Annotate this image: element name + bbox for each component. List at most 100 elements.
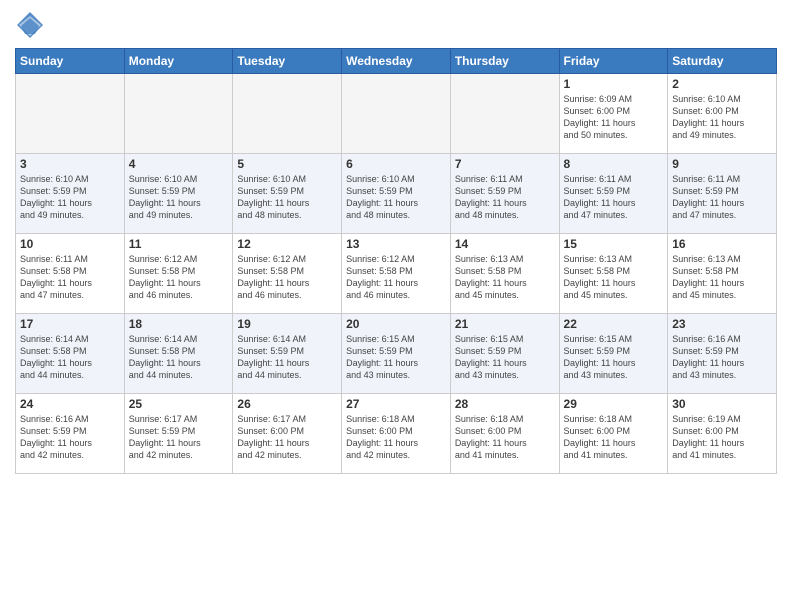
calendar-cell: 20 Sunrise: 6:15 AM Sunset: 5:59 PM Dayli… xyxy=(342,314,451,394)
day-number: 27 xyxy=(346,397,446,411)
calendar-cell xyxy=(342,74,451,154)
calendar-cell xyxy=(233,74,342,154)
day-number: 29 xyxy=(564,397,664,411)
logo-icon xyxy=(15,10,45,40)
calendar-cell: 2Sunrise: 6:10 AM Sunset: 6:00 PM Daylig… xyxy=(668,74,777,154)
calendar-cell: 24 Sunrise: 6:16 AM Sunset: 5:59 PM Dayli… xyxy=(16,394,125,474)
calendar-cell xyxy=(124,74,233,154)
weekday-header-monday: Monday xyxy=(124,49,233,74)
day-number: 19 xyxy=(237,317,337,331)
day-number: 11 xyxy=(129,237,229,251)
calendar-cell: 6 Sunrise: 6:10 AM Sunset: 5:59 PM Daylig… xyxy=(342,154,451,234)
calendar-cell: 8 Sunrise: 6:11 AM Sunset: 5:59 PM Daylig… xyxy=(559,154,668,234)
day-info: Sunrise: 6:13 AM Sunset: 5:58 PM Dayligh… xyxy=(564,253,664,302)
calendar-cell: 3 Sunrise: 6:10 AM Sunset: 5:59 PM Daylig… xyxy=(16,154,125,234)
day-number: 28 xyxy=(455,397,555,411)
calendar-cell: 22 Sunrise: 6:15 AM Sunset: 5:59 PM Dayli… xyxy=(559,314,668,394)
calendar-header: SundayMondayTuesdayWednesdayThursdayFrid… xyxy=(16,49,777,74)
calendar-cell: 25Sunrise: 6:17 AM Sunset: 5:59 PM Dayli… xyxy=(124,394,233,474)
day-info: Sunrise: 6:10 AM Sunset: 5:59 PM Dayligh… xyxy=(129,173,229,222)
calendar-cell: 18 Sunrise: 6:14 AM Sunset: 5:58 PM Dayli… xyxy=(124,314,233,394)
day-number: 6 xyxy=(346,157,446,171)
day-info: Sunrise: 6:12 AM Sunset: 5:58 PM Dayligh… xyxy=(129,253,229,302)
day-number: 18 xyxy=(129,317,229,331)
calendar-cell: 4 Sunrise: 6:10 AM Sunset: 5:59 PM Daylig… xyxy=(124,154,233,234)
day-number: 26 xyxy=(237,397,337,411)
weekday-row: SundayMondayTuesdayWednesdayThursdayFrid… xyxy=(16,49,777,74)
day-number: 4 xyxy=(129,157,229,171)
calendar-cell: 17Sunrise: 6:14 AM Sunset: 5:58 PM Dayli… xyxy=(16,314,125,394)
day-info: Sunrise: 6:18 AM Sunset: 6:00 PM Dayligh… xyxy=(455,413,555,462)
week-row-2: 3 Sunrise: 6:10 AM Sunset: 5:59 PM Daylig… xyxy=(16,154,777,234)
day-info: Sunrise: 6:15 AM Sunset: 5:59 PM Dayligh… xyxy=(346,333,446,382)
day-info: Sunrise: 6:11 AM Sunset: 5:59 PM Dayligh… xyxy=(672,173,772,222)
day-info: Sunrise: 6:16 AM Sunset: 5:59 PM Dayligh… xyxy=(20,413,120,462)
page: SundayMondayTuesdayWednesdayThursdayFrid… xyxy=(0,0,792,612)
calendar-body: 1 Sunrise: 6:09 AM Sunset: 6:00 PM Daylig… xyxy=(16,74,777,474)
calendar-cell: 27 Sunrise: 6:18 AM Sunset: 6:00 PM Dayli… xyxy=(342,394,451,474)
day-number: 7 xyxy=(455,157,555,171)
day-info: Sunrise: 6:13 AM Sunset: 5:58 PM Dayligh… xyxy=(672,253,772,302)
day-info: Sunrise: 6:10 AM Sunset: 5:59 PM Dayligh… xyxy=(237,173,337,222)
calendar-cell: 30 Sunrise: 6:19 AM Sunset: 6:00 PM Dayli… xyxy=(668,394,777,474)
calendar-cell: 13 Sunrise: 6:12 AM Sunset: 5:58 PM Dayli… xyxy=(342,234,451,314)
calendar-cell: 14Sunrise: 6:13 AM Sunset: 5:58 PM Dayli… xyxy=(450,234,559,314)
calendar-cell: 12Sunrise: 6:12 AM Sunset: 5:58 PM Dayli… xyxy=(233,234,342,314)
day-info: Sunrise: 6:10 AM Sunset: 6:00 PM Dayligh… xyxy=(672,93,772,142)
day-info: Sunrise: 6:09 AM Sunset: 6:00 PM Dayligh… xyxy=(564,93,664,142)
calendar-cell: 19Sunrise: 6:14 AM Sunset: 5:59 PM Dayli… xyxy=(233,314,342,394)
calendar-cell: 15 Sunrise: 6:13 AM Sunset: 5:58 PM Dayli… xyxy=(559,234,668,314)
week-row-1: 1 Sunrise: 6:09 AM Sunset: 6:00 PM Daylig… xyxy=(16,74,777,154)
day-info: Sunrise: 6:11 AM Sunset: 5:58 PM Dayligh… xyxy=(20,253,120,302)
calendar-cell: 21Sunrise: 6:15 AM Sunset: 5:59 PM Dayli… xyxy=(450,314,559,394)
calendar-cell: 7Sunrise: 6:11 AM Sunset: 5:59 PM Daylig… xyxy=(450,154,559,234)
day-number: 22 xyxy=(564,317,664,331)
day-number: 5 xyxy=(237,157,337,171)
calendar-cell: 23 Sunrise: 6:16 AM Sunset: 5:59 PM Dayli… xyxy=(668,314,777,394)
day-info: Sunrise: 6:18 AM Sunset: 6:00 PM Dayligh… xyxy=(346,413,446,462)
day-info: Sunrise: 6:14 AM Sunset: 5:58 PM Dayligh… xyxy=(20,333,120,382)
day-info: Sunrise: 6:12 AM Sunset: 5:58 PM Dayligh… xyxy=(346,253,446,302)
day-info: Sunrise: 6:16 AM Sunset: 5:59 PM Dayligh… xyxy=(672,333,772,382)
day-number: 9 xyxy=(672,157,772,171)
day-number: 16 xyxy=(672,237,772,251)
day-number: 30 xyxy=(672,397,772,411)
day-number: 1 xyxy=(564,77,664,91)
calendar-cell: 10 Sunrise: 6:11 AM Sunset: 5:58 PM Dayli… xyxy=(16,234,125,314)
header xyxy=(15,10,777,40)
calendar-cell: 5 Sunrise: 6:10 AM Sunset: 5:59 PM Daylig… xyxy=(233,154,342,234)
weekday-header-tuesday: Tuesday xyxy=(233,49,342,74)
week-row-4: 17Sunrise: 6:14 AM Sunset: 5:58 PM Dayli… xyxy=(16,314,777,394)
day-info: Sunrise: 6:18 AM Sunset: 6:00 PM Dayligh… xyxy=(564,413,664,462)
day-number: 15 xyxy=(564,237,664,251)
calendar-cell: 26 Sunrise: 6:17 AM Sunset: 6:00 PM Dayli… xyxy=(233,394,342,474)
calendar-cell: 1 Sunrise: 6:09 AM Sunset: 6:00 PM Daylig… xyxy=(559,74,668,154)
weekday-header-saturday: Saturday xyxy=(668,49,777,74)
day-info: Sunrise: 6:12 AM Sunset: 5:58 PM Dayligh… xyxy=(237,253,337,302)
day-info: Sunrise: 6:10 AM Sunset: 5:59 PM Dayligh… xyxy=(20,173,120,222)
day-number: 10 xyxy=(20,237,120,251)
day-number: 8 xyxy=(564,157,664,171)
day-info: Sunrise: 6:10 AM Sunset: 5:59 PM Dayligh… xyxy=(346,173,446,222)
day-number: 21 xyxy=(455,317,555,331)
weekday-header-friday: Friday xyxy=(559,49,668,74)
calendar-cell: 28 Sunrise: 6:18 AM Sunset: 6:00 PM Dayli… xyxy=(450,394,559,474)
weekday-header-thursday: Thursday xyxy=(450,49,559,74)
calendar-cell xyxy=(450,74,559,154)
calendar: SundayMondayTuesdayWednesdayThursdayFrid… xyxy=(15,48,777,474)
day-number: 23 xyxy=(672,317,772,331)
calendar-cell xyxy=(16,74,125,154)
day-number: 24 xyxy=(20,397,120,411)
day-info: Sunrise: 6:17 AM Sunset: 6:00 PM Dayligh… xyxy=(237,413,337,462)
day-number: 13 xyxy=(346,237,446,251)
day-info: Sunrise: 6:19 AM Sunset: 6:00 PM Dayligh… xyxy=(672,413,772,462)
day-number: 3 xyxy=(20,157,120,171)
day-info: Sunrise: 6:15 AM Sunset: 5:59 PM Dayligh… xyxy=(564,333,664,382)
week-row-3: 10 Sunrise: 6:11 AM Sunset: 5:58 PM Dayli… xyxy=(16,234,777,314)
day-info: Sunrise: 6:11 AM Sunset: 5:59 PM Dayligh… xyxy=(564,173,664,222)
calendar-cell: 29 Sunrise: 6:18 AM Sunset: 6:00 PM Dayli… xyxy=(559,394,668,474)
calendar-cell: 9 Sunrise: 6:11 AM Sunset: 5:59 PM Daylig… xyxy=(668,154,777,234)
week-row-5: 24 Sunrise: 6:16 AM Sunset: 5:59 PM Dayli… xyxy=(16,394,777,474)
day-info: Sunrise: 6:14 AM Sunset: 5:58 PM Dayligh… xyxy=(129,333,229,382)
day-number: 20 xyxy=(346,317,446,331)
